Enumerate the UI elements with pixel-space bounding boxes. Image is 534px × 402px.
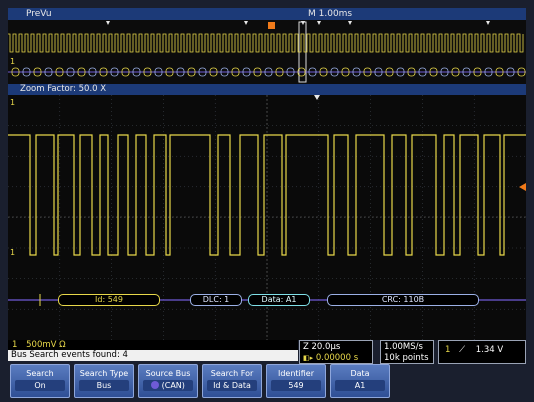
bus-field-crc: CRC: 110B bbox=[327, 294, 479, 306]
overview-marker-icon bbox=[106, 21, 110, 25]
trigger-readout: 1 ⟋ 1.34 V bbox=[438, 340, 526, 364]
trigger-position-icon bbox=[268, 22, 275, 29]
overview-marker-icon bbox=[244, 21, 248, 25]
oscilloscope-display: PreVu M 1.00ms 1 Zoom Factor: 50.0 X 1 1… bbox=[0, 0, 534, 402]
channel-scale-readout: 1 500mV Ω bbox=[8, 340, 298, 350]
sample-rate: 1.00MS/s bbox=[384, 342, 423, 352]
overview-bus-trace bbox=[8, 67, 526, 77]
trigger-source: 1 bbox=[445, 345, 451, 355]
bottom-menu: Search On Search Type Bus Source Bus (CA… bbox=[8, 364, 526, 398]
search-type-button[interactable]: Search Type Bus bbox=[74, 364, 134, 398]
overview-marker-icon bbox=[317, 21, 321, 25]
zoom-factor-bar: Zoom Factor: 50.0 X bbox=[8, 84, 526, 95]
ch1-overview-marker: 1 bbox=[10, 57, 16, 66]
horizontal-readout: Z 20.0μs ◧▸ 0.00000 s bbox=[299, 340, 373, 364]
bus-badge-icon bbox=[151, 381, 160, 389]
bus-field-dlc: DLC: 1 bbox=[190, 294, 242, 306]
position-value: 0.00000 s bbox=[315, 353, 359, 363]
channel-scale: 500mV Ω bbox=[26, 340, 66, 350]
zoom-center-marker-icon bbox=[314, 95, 320, 100]
search-for-button[interactable]: Search For Id & Data bbox=[202, 364, 262, 398]
zoom-factor-label: Zoom Factor: 50.0 X bbox=[20, 84, 107, 94]
search-events-text: Bus Search events found: 4 bbox=[11, 350, 128, 360]
ch1-ground-marker: 1 bbox=[10, 248, 16, 257]
overview-svg bbox=[8, 21, 526, 83]
overview-trace bbox=[8, 33, 524, 53]
ch1-top-marker: 1 bbox=[10, 98, 16, 107]
bus-field-id: Id: 549 bbox=[58, 294, 160, 306]
overview-marker-icon bbox=[348, 21, 352, 25]
timebase-label: M 1.00ms bbox=[308, 9, 353, 19]
acquisition-readout: 1.00MS/s 10k points bbox=[380, 340, 434, 364]
header-bar: PreVu M 1.00ms bbox=[8, 8, 526, 20]
source-bus-button[interactable]: Source Bus (CAN) bbox=[138, 364, 198, 398]
overview-marker-icon bbox=[486, 21, 490, 25]
bus-field-data: Data: A1 bbox=[248, 294, 310, 306]
search-button[interactable]: Search On bbox=[10, 364, 70, 398]
zoomed-waveform: 1 1 Id: 549 DLC: 1 Data: A1 CRC: 110B bbox=[8, 95, 526, 340]
channel-number: 1 bbox=[12, 340, 18, 350]
trigger-level-icon bbox=[519, 183, 526, 191]
overview-waveform: 1 bbox=[8, 20, 526, 84]
position-icon: ◧▸ bbox=[303, 354, 314, 362]
overview-signal-path bbox=[8, 33, 524, 53]
rising-edge-icon: ⟋ bbox=[459, 345, 466, 355]
search-status-bar: Bus Search events found: 4 bbox=[8, 350, 298, 361]
identifier-button[interactable]: Identifier 549 bbox=[266, 364, 326, 398]
trigger-level: 1.34 V bbox=[475, 345, 504, 355]
mode-label: PreVu bbox=[26, 9, 52, 19]
data-button[interactable]: Data A1 bbox=[330, 364, 390, 398]
record-length: 10k points bbox=[384, 353, 429, 363]
zoom-time: Z 20.0μs bbox=[303, 342, 341, 352]
